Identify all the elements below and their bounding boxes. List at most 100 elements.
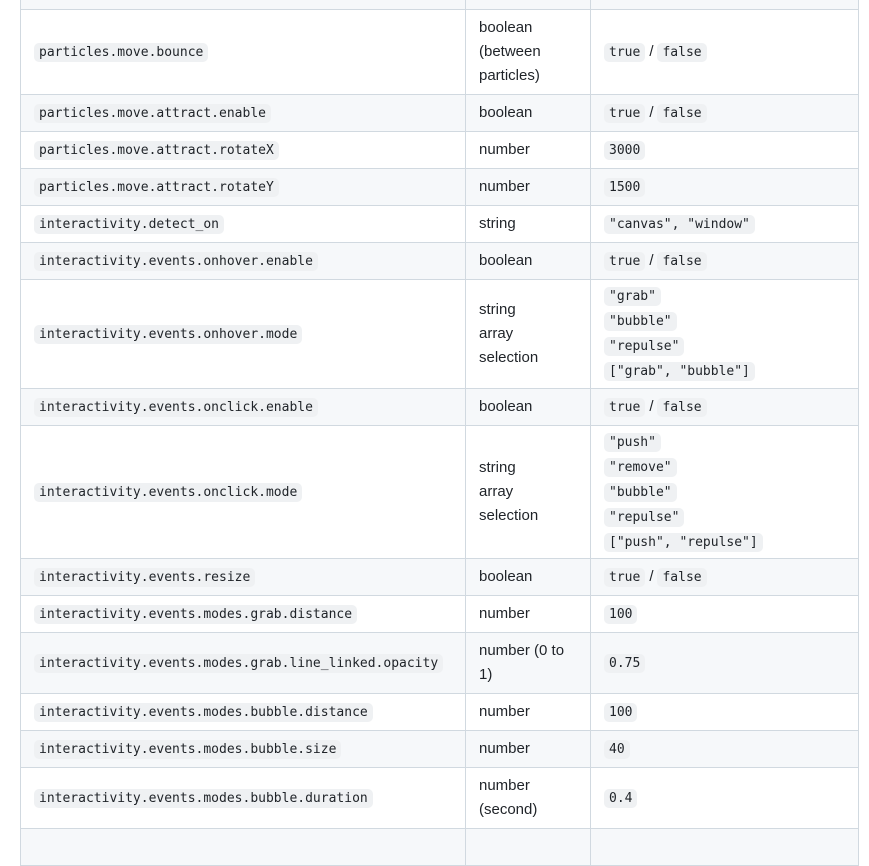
table-row: interactivity.events.onclick.mode string a… xyxy=(20,425,859,559)
param-cell: particles.move.attract.rotateY xyxy=(20,168,466,206)
value-separator: / xyxy=(649,251,654,269)
value-line: 0.75 xyxy=(604,651,845,676)
value-line: "bubble" xyxy=(604,309,845,334)
values-cell: 0.4 xyxy=(590,767,859,829)
type-line: particles) xyxy=(479,67,540,84)
type-line: number xyxy=(479,605,530,622)
type-cell: number (second) xyxy=(465,767,591,829)
value-line: "bubble" xyxy=(604,480,845,505)
table-row: interactivity.events.modes.bubble.distan… xyxy=(20,693,859,731)
value-literal: "push" xyxy=(604,432,661,452)
value-literal: "grab" xyxy=(604,287,661,306)
type-line: selection xyxy=(479,349,539,366)
value-literal: true xyxy=(604,567,646,587)
type-line: array xyxy=(479,483,514,500)
param-cell: interactivity.detect_on xyxy=(20,205,466,243)
values-cell: true / false xyxy=(590,242,859,280)
type-line: string xyxy=(479,301,516,318)
table-row: (partial)… xyxy=(20,0,859,10)
value-line: true / false xyxy=(604,40,845,65)
value-literal: "remove" xyxy=(604,457,677,477)
param-cell: interactivity.events.modes.grab.line_lin… xyxy=(20,632,466,694)
type-line: (second) xyxy=(479,801,538,818)
value-literal: false xyxy=(657,397,707,417)
table-row: interactivity.detect_on string "canvas", "… xyxy=(20,205,859,243)
value-line: 3000 xyxy=(604,138,845,163)
values-cell: true / false xyxy=(590,94,859,132)
param-name: interactivity.events.modes.bubble.size xyxy=(34,739,342,759)
table-row xyxy=(20,828,859,866)
param-cell: interactivity.events.onclick.mode xyxy=(20,425,466,559)
type-line: boolean xyxy=(479,568,533,585)
value-literal: 0.75 xyxy=(604,653,646,673)
value-literal: ["grab", "bubble"] xyxy=(604,362,755,381)
value-literal: "canvas", "window" xyxy=(604,214,755,234)
type-line: string xyxy=(479,215,516,232)
table-row: interactivity.events.onhover.enable boole… xyxy=(20,242,859,280)
type-line: array xyxy=(479,325,514,342)
value-line: true / false xyxy=(604,249,845,274)
param-name: interactivity.events.modes.grab.line_lin… xyxy=(34,653,444,673)
value-literal: true xyxy=(604,42,646,62)
table-row: interactivity.events.onclick.enable boole… xyxy=(20,388,859,426)
values-cell: true / false xyxy=(590,388,859,426)
values-cell: … xyxy=(590,0,859,10)
param-name: interactivity.events.onhover.mode xyxy=(34,324,303,344)
values-cell: "grab" "bubble" "repulse" ["grab", "bubble"… xyxy=(590,279,859,389)
type-cell: number xyxy=(465,131,591,169)
value-line: "canvas", "window" xyxy=(604,212,845,237)
type-line: string xyxy=(479,459,516,476)
type-line: number (0 to xyxy=(479,642,565,659)
param-cell: particles.move.attract.enable xyxy=(20,94,466,132)
param-cell xyxy=(20,828,466,866)
value-literal: "repulse" xyxy=(604,337,685,356)
table-row: particles.move.attract.enable boolean true… xyxy=(20,94,859,132)
type-line: number xyxy=(479,178,530,195)
param-cell: particles.move.bounce xyxy=(20,9,466,95)
param-name: particles.move.attract.rotateX xyxy=(34,140,279,160)
values-cell: 100 xyxy=(590,595,859,633)
type-cell: boolean xyxy=(465,242,591,280)
value-literal: false xyxy=(657,251,707,271)
values-cell: "canvas", "window" xyxy=(590,205,859,243)
value-literal: "bubble" xyxy=(604,312,677,331)
param-name: interactivity.events.onhover.enable xyxy=(34,251,318,271)
table-row: interactivity.events.onhover.mode string a… xyxy=(20,279,859,389)
value-literal: 1500 xyxy=(604,177,646,197)
type-line: boolean xyxy=(479,398,533,415)
type-line: number xyxy=(479,777,530,794)
param-name: interactivity.events.resize xyxy=(34,567,256,587)
type-cell: boolean xyxy=(465,558,591,596)
table-row: particles.move.attract.rotateX number 3000 xyxy=(20,131,859,169)
param-name: interactivity.events.onclick.mode xyxy=(34,482,303,502)
value-line: 0.4 xyxy=(604,786,845,811)
type-cell: number xyxy=(465,168,591,206)
values-cell: 1500 xyxy=(590,168,859,206)
type-cell: string array selection xyxy=(465,279,591,389)
value-literal: 100 xyxy=(604,604,638,624)
value-line: "remove" xyxy=(604,455,845,480)
param-name: interactivity.events.onclick.enable xyxy=(34,397,318,417)
value-line: "repulse" xyxy=(604,505,845,530)
values-cell: 3000 xyxy=(590,131,859,169)
value-literal: 40 xyxy=(604,739,630,759)
values-cell: 0.75 xyxy=(590,632,859,694)
value-separator: / xyxy=(649,103,654,121)
param-cell: interactivity.events.onhover.enable xyxy=(20,242,466,280)
value-line: true / false xyxy=(604,565,845,590)
type-cell: number xyxy=(465,595,591,633)
param-name: particles.move.attract.enable xyxy=(34,103,271,123)
type-line: number xyxy=(479,703,530,720)
value-separator: / xyxy=(649,397,654,415)
value-literal: 100 xyxy=(604,702,638,722)
values-cell: 40 xyxy=(590,730,859,768)
value-literal: 0.4 xyxy=(604,788,638,808)
value-line: 100 xyxy=(604,602,845,627)
value-line: "grab" xyxy=(604,284,845,309)
values-cell: true / false xyxy=(590,558,859,596)
table-row: interactivity.events.modes.bubble.size nu… xyxy=(20,730,859,768)
value-literal: true xyxy=(604,251,646,271)
type-cell: number xyxy=(465,693,591,731)
value-separator: / xyxy=(649,567,654,585)
param-cell: interactivity.events.modes.bubble.distan… xyxy=(20,693,466,731)
